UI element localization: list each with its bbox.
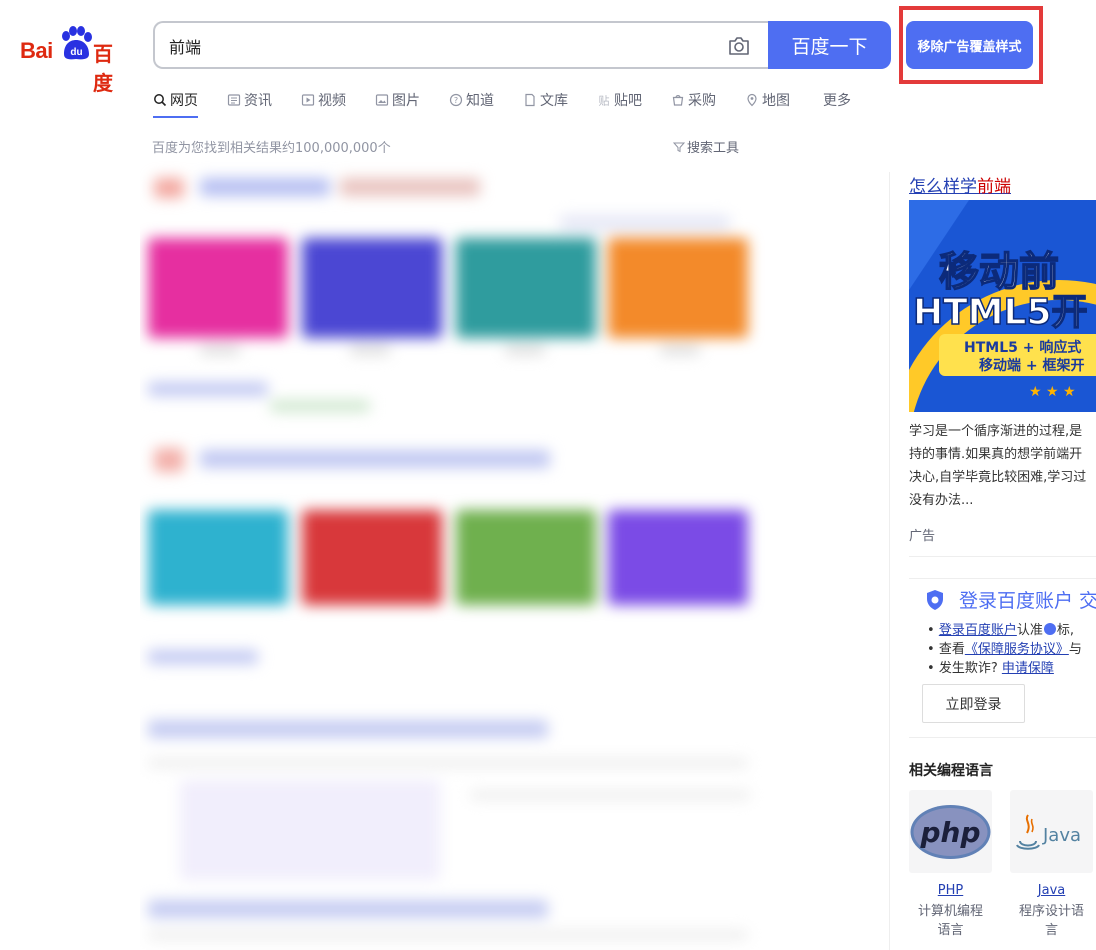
bullet-text: 发生欺诈?: [938, 661, 998, 676]
login-link[interactable]: 登录百度账户: [939, 623, 1017, 638]
login-title-text: 登录百度账户 交: [959, 590, 1096, 612]
video-icon: [301, 94, 315, 106]
tab-label: 网页: [170, 93, 198, 109]
paw-icon: du: [62, 26, 92, 60]
svg-text:★ ★ ★: ★ ★ ★: [1029, 384, 1076, 400]
ad-label: 广告: [909, 529, 936, 544]
search-box: [153, 21, 769, 69]
bullet-text: 标,: [1056, 623, 1074, 638]
baidu-logo[interactable]: Bai du 百度: [20, 24, 132, 95]
document-icon: [525, 93, 535, 107]
tab-zhidao[interactable]: ? 知道: [449, 88, 494, 112]
ad-title-prefix: 怎么样学: [909, 177, 977, 197]
login-title[interactable]: 登录百度账户 交: [925, 586, 1096, 613]
search-tools-button[interactable]: 搜索工具: [673, 137, 739, 156]
tab-images[interactable]: 图片: [375, 88, 420, 112]
service-agreement-link[interactable]: 《保障服务协议》: [965, 642, 1069, 657]
search-tabs: 网页 资讯 视频 图片 ? 知道 文库 贴 贴吧 采购 地图 更多: [153, 88, 851, 120]
ad-image-line1: 移动前: [939, 249, 1059, 295]
apply-protection-link[interactable]: 申请保障: [1002, 661, 1054, 676]
desc-line: 语言: [937, 923, 964, 938]
tab-label: 知道: [466, 93, 494, 109]
desc-line: 言: [1044, 923, 1058, 938]
tab-label: 地图: [762, 93, 790, 109]
remove-ad-style-button[interactable]: 移除广告覆盖样式: [906, 21, 1033, 69]
ad-image-line4: 移动端 + 框架开: [979, 357, 1084, 374]
ad-image-line2: HTML5开: [913, 292, 1088, 333]
ad-desc-line: 持的事情.如果真的想学前端开: [909, 447, 1083, 462]
tab-label: 文库: [540, 93, 568, 109]
search-tools-label: 搜索工具: [687, 141, 740, 156]
related-heading: 相关编程语言: [909, 763, 993, 779]
tab-label: 采购: [688, 93, 716, 109]
result-count: 百度为您找到相关结果约100,000,000个: [152, 141, 391, 156]
desc-line: 计算机编程: [917, 904, 983, 919]
tab-news[interactable]: 资讯: [227, 88, 272, 112]
tab-label: 图片: [392, 93, 420, 109]
tab-map[interactable]: 地图: [745, 88, 790, 112]
bullet-text: 与: [1068, 642, 1082, 657]
desc-line: 程序设计语: [1018, 904, 1084, 919]
tab-web[interactable]: 网页: [153, 88, 198, 118]
login-bullet-3: • 发生欺诈? 申请保障: [927, 661, 1054, 676]
tab-label: 视频: [318, 93, 346, 109]
filter-icon: [673, 142, 685, 152]
related-item-desc: 程序设计语 言: [1010, 902, 1093, 940]
login-bullet-1: • 登录百度账户认准 标,: [927, 623, 1074, 638]
bullet-text: 认准: [1016, 623, 1043, 638]
shopping-icon: [672, 95, 684, 106]
svg-text:?: ?: [454, 96, 458, 105]
java-logo: Java: [1010, 790, 1093, 873]
related-item-php[interactable]: php PHP 计算机编程 语言: [909, 790, 992, 940]
tab-label: 更多: [823, 93, 851, 109]
tieba-icon: 贴: [599, 94, 610, 108]
logo-du-text: du: [70, 47, 82, 58]
ad-desc-line: 决心,自学毕竟比较困难,学习过: [909, 470, 1087, 485]
login-bullet-2: • 查看《保障服务协议》与: [927, 642, 1082, 657]
question-icon: ?: [449, 93, 463, 107]
blurred-results: [140, 160, 780, 950]
bullet-text: 查看: [938, 642, 965, 657]
php-logo-text: php: [919, 816, 980, 849]
logo-text-cn: 百度: [93, 42, 113, 95]
ad-title-highlight: 前端: [977, 177, 1011, 197]
related-item-name[interactable]: PHP: [909, 883, 992, 898]
tab-label: 资讯: [244, 93, 272, 109]
ad-title-link[interactable]: 怎么样学前端: [909, 172, 1011, 197]
ad-desc-line: 没有办法...: [909, 493, 974, 508]
divider: [909, 556, 1096, 557]
search-icon: [154, 94, 167, 107]
tab-label: 贴吧: [614, 93, 642, 109]
map-icon: [747, 93, 757, 107]
php-logo: php: [909, 790, 992, 873]
tab-purchase[interactable]: 采购: [671, 88, 716, 112]
ad-desc-line: 学习是一个循序渐进的过程,是: [909, 424, 1083, 439]
login-button[interactable]: 立即登录: [922, 684, 1025, 723]
guarantee-icon: [1043, 623, 1056, 635]
tab-tieba[interactable]: 贴 贴吧: [597, 88, 643, 112]
divider: [909, 737, 1096, 738]
tab-video[interactable]: 视频: [301, 88, 346, 112]
related-item-java[interactable]: Java Java 程序设计语 言: [1010, 790, 1093, 940]
svg-text:贴: 贴: [599, 94, 610, 108]
related-item-desc: 计算机编程 语言: [909, 902, 992, 940]
camera-icon[interactable]: [727, 35, 751, 57]
related-item-name[interactable]: Java: [1010, 883, 1093, 898]
ad-description: 学习是一个循序渐进的过程,是 持的事情.如果真的想学前端开 决心,自学毕竟比较困…: [909, 420, 1096, 512]
tab-more[interactable]: 更多: [823, 88, 851, 112]
tab-wenku[interactable]: 文库: [523, 88, 568, 112]
news-icon: [227, 94, 241, 106]
ad-image-line3: HTML5 + 响应式: [964, 339, 1081, 356]
image-icon: [375, 94, 389, 106]
search-input[interactable]: [169, 35, 709, 57]
shield-icon: [927, 589, 943, 610]
search-button[interactable]: 百度一下: [768, 21, 891, 69]
logo-text-bai: Bai: [20, 38, 53, 63]
java-logo-text: Java: [1042, 825, 1081, 846]
ad-banner-image[interactable]: 移动前 HTML5开 HTML5 + 响应式 移动端 + 框架开 ★ ★ ★: [909, 200, 1096, 412]
